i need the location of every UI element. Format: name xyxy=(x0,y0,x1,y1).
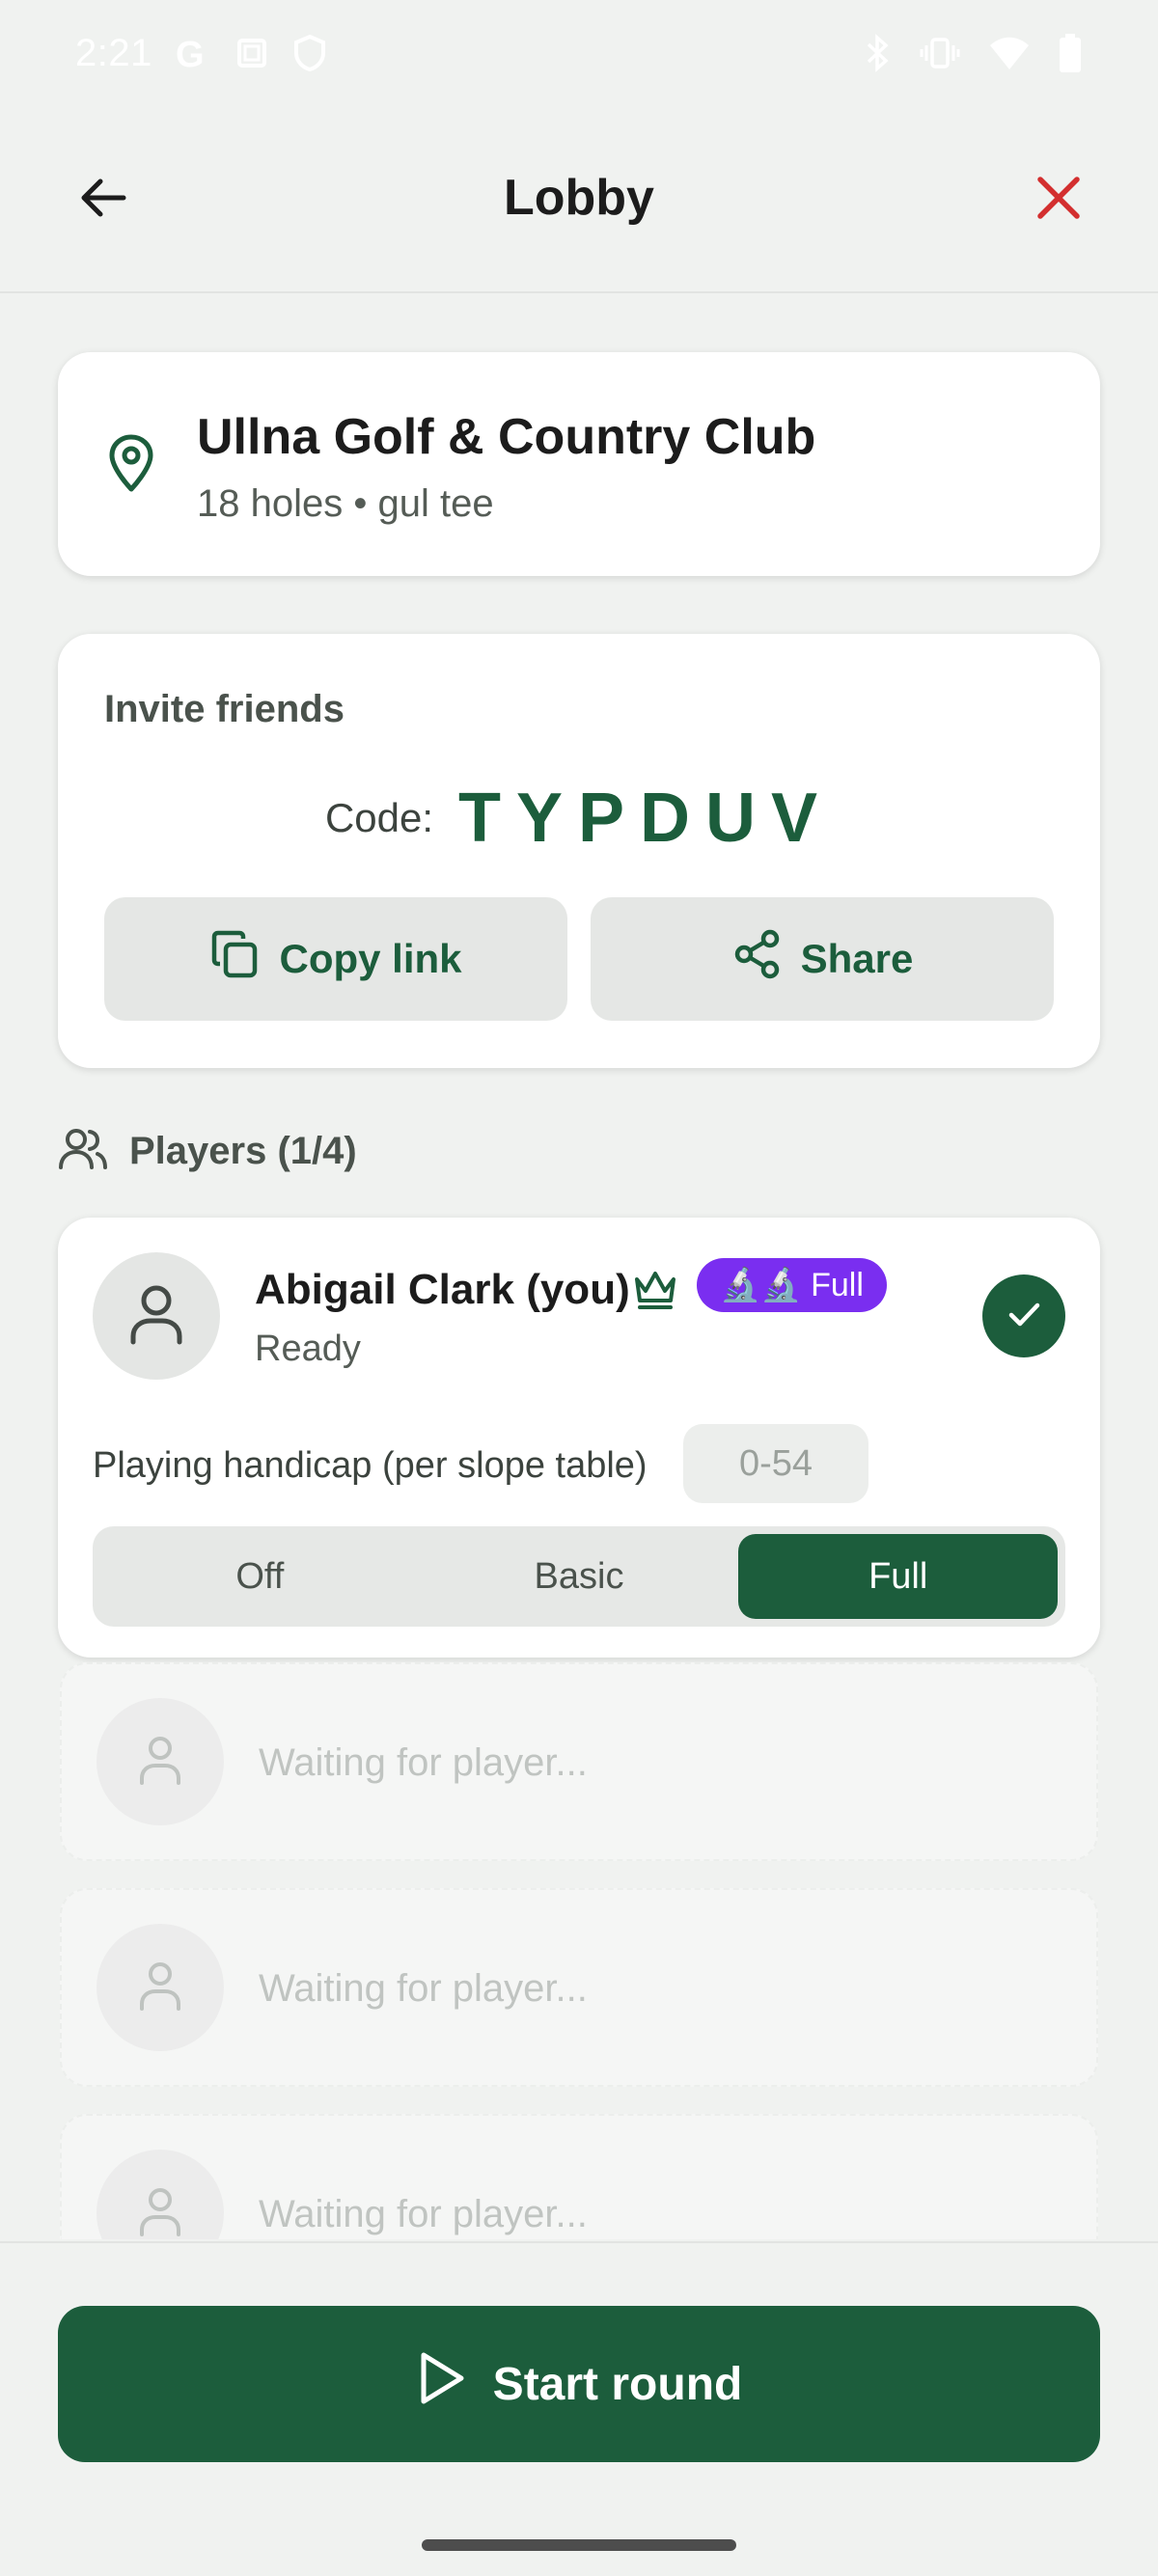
mode-badge: 🔬🔬 Full xyxy=(697,1258,887,1312)
players-title: Players (1/4) xyxy=(129,1130,357,1172)
screenshot-icon xyxy=(234,35,270,71)
start-round-button[interactable]: Start round xyxy=(58,2306,1100,2462)
empty-player-slot: Waiting for player... xyxy=(60,2114,1098,2239)
copy-link-label: Copy link xyxy=(279,936,462,981)
invite-card: Invite friends Code: TYPDUV Copy link Sh… xyxy=(58,634,1100,1068)
vibrate-icon xyxy=(919,34,961,72)
course-name: Ullna Golf & Country Club xyxy=(197,409,816,465)
start-round-label: Start round xyxy=(492,2358,743,2410)
player-status: Ready xyxy=(255,1329,361,1369)
user-icon xyxy=(137,1959,183,2016)
share-icon xyxy=(731,928,784,990)
invite-code-row: Code: TYPDUV xyxy=(58,779,1100,858)
share-label: Share xyxy=(800,936,914,981)
copy-icon xyxy=(209,928,262,990)
ready-indicator xyxy=(982,1274,1065,1357)
player-name: Abigail Clark (you) xyxy=(255,1266,630,1313)
placeholder-avatar xyxy=(96,2150,224,2239)
users-icon xyxy=(58,1124,108,1179)
page-title: Lobby xyxy=(504,170,654,226)
status-time: 2:21 xyxy=(75,31,152,74)
avatar xyxy=(93,1252,220,1380)
placeholder-avatar xyxy=(96,1698,224,1825)
svg-text:G: G xyxy=(176,35,205,72)
status-left: 2:21 G xyxy=(75,32,328,75)
app-bar: Lobby xyxy=(0,106,1158,293)
invite-title: Invite friends xyxy=(104,688,345,730)
status-right xyxy=(863,33,1083,73)
invite-code: TYPDUV xyxy=(458,780,834,857)
user-icon xyxy=(137,1734,183,1791)
location-pin-icon xyxy=(104,434,158,499)
waiting-text: Waiting for player... xyxy=(259,1741,588,1784)
google-icon: G xyxy=(174,34,212,72)
waiting-text: Waiting for player... xyxy=(259,1967,588,2010)
players-header: Players (1/4) xyxy=(58,1124,357,1179)
check-icon xyxy=(1003,1293,1045,1340)
shield-icon xyxy=(291,34,328,72)
play-icon xyxy=(416,2350,468,2418)
placeholder-avatar xyxy=(96,1924,224,2051)
mode-option-full[interactable]: Full xyxy=(738,1534,1059,1619)
home-indicator[interactable] xyxy=(422,2539,736,2551)
course-card: Ullna Golf & Country Club 18 holes • gul… xyxy=(58,352,1100,576)
course-meta: 18 holes • gul tee xyxy=(197,482,494,525)
mode-option-basic[interactable]: Basic xyxy=(420,1534,739,1619)
mode-option-off[interactable]: Off xyxy=(100,1534,420,1619)
code-label: Code: xyxy=(324,795,434,840)
wifi-icon xyxy=(988,35,1031,71)
share-button[interactable]: Share xyxy=(591,897,1054,1021)
status-bar: 2:21 G xyxy=(0,0,1158,106)
close-button[interactable] xyxy=(1025,166,1092,233)
handicap-input[interactable]: 0-54 xyxy=(683,1424,868,1503)
user-icon xyxy=(127,1282,185,1351)
handicap-mode-selector: Off Basic Full xyxy=(93,1526,1065,1627)
user-icon xyxy=(137,2185,183,2240)
battery-icon xyxy=(1058,33,1083,73)
empty-player-slot: Waiting for player... xyxy=(60,1888,1098,2087)
player-card: Abigail Clark (you) 🔬🔬 Full Ready Playin… xyxy=(58,1218,1100,1658)
bluetooth-icon xyxy=(863,34,892,72)
close-icon xyxy=(1033,172,1085,229)
bottom-action-bar: Start round xyxy=(0,2241,1158,2576)
waiting-text: Waiting for player... xyxy=(259,2193,588,2235)
copy-link-button[interactable]: Copy link xyxy=(104,897,567,1021)
crown-icon xyxy=(631,1266,679,1317)
handicap-label: Playing handicap (per slope table) xyxy=(93,1445,648,1486)
empty-player-slot: Waiting for player... xyxy=(60,1662,1098,1861)
